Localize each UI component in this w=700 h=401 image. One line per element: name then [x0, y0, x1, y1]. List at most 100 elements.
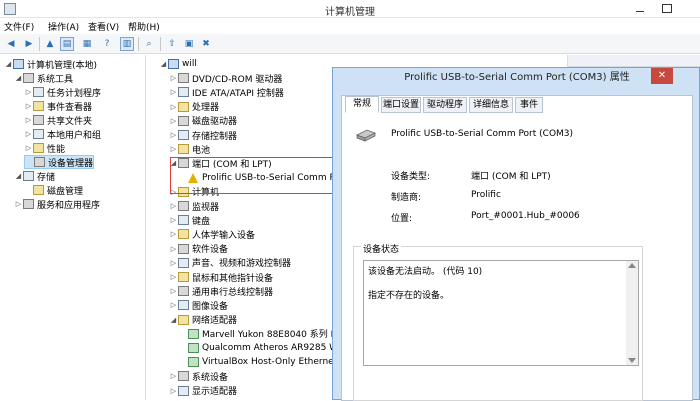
device-item[interactable]: ▷ 声音、视频和游戏控制器 [169, 256, 291, 270]
expand-icon[interactable]: ▷ [169, 216, 178, 224]
expand-icon[interactable]: ▷ [24, 116, 33, 124]
expand-icon[interactable]: ▷ [169, 273, 178, 281]
console-tree-icon[interactable]: ▥ [120, 37, 134, 51]
expand-icon[interactable]: ▷ [169, 287, 178, 295]
expand-icon[interactable]: ▷ [169, 230, 178, 238]
tab-driver[interactable]: 驱动程序 [423, 97, 467, 113]
device-item[interactable]: ▷ 显示适配器 [169, 384, 237, 398]
toolbar: ◀ ▶ ▲ ▤ ▦ ? ▥ ⌕ ⇧ ▣ ✖ [0, 34, 700, 54]
tab-details[interactable]: 详细信息 [469, 97, 513, 113]
help-icon[interactable]: ? [100, 37, 114, 51]
disable-device-icon[interactable]: ▣ [182, 37, 196, 51]
device-category-icon [178, 385, 189, 396]
device-item-label: DVD/CD-ROM 驱动器 [192, 74, 283, 85]
update-driver-icon[interactable]: ⇧ [165, 37, 179, 51]
expand-icon[interactable]: ▷ [169, 387, 178, 395]
expand-icon[interactable]: ▷ [14, 200, 23, 208]
expand-icon[interactable]: ▷ [169, 259, 178, 267]
expand-icon[interactable]: ▷ [24, 130, 33, 138]
device-category-icon [178, 314, 189, 325]
console-tree-item[interactable]: ▷ 任务计划程序 [24, 85, 101, 99]
console-tree-item[interactable]: 磁盘管理 [24, 183, 83, 197]
tab-port-settings[interactable]: 端口设置 [381, 97, 421, 113]
device-item[interactable]: ▷ 磁盘驱动器 [169, 114, 237, 128]
expand-icon[interactable]: ▷ [169, 202, 178, 210]
dialog-close-button[interactable]: ✕ [651, 68, 673, 84]
scroll-down-icon[interactable] [628, 358, 636, 363]
device-item[interactable]: ▷ 监视器 [169, 199, 219, 213]
console-tree-item[interactable]: ◢ 计算机管理(本地) [4, 57, 97, 71]
tab-events[interactable]: 事件 [515, 97, 543, 113]
scroll-up-icon[interactable] [628, 263, 636, 268]
device-item[interactable]: ▷ 键盘 [169, 213, 210, 227]
collapse-icon[interactable]: ◢ [159, 60, 168, 68]
console-tree-item[interactable]: ▷ 服务和应用程序 [14, 197, 100, 211]
device-item[interactable]: ▷ 软件设备 [169, 242, 228, 256]
collapse-icon[interactable]: ◢ [169, 316, 178, 324]
expand-icon[interactable]: ▷ [24, 88, 33, 96]
forward-arrow-icon[interactable]: ▶ [22, 37, 36, 51]
collapse-icon[interactable]: ◢ [4, 60, 13, 68]
expand-icon[interactable]: ▷ [169, 131, 178, 139]
device-item[interactable]: ▷ 电池 [169, 142, 210, 156]
prop-label-manufacturer: 制造商: [391, 193, 422, 203]
menu-help[interactable]: 帮助(H) [128, 20, 160, 33]
device-category-icon [178, 229, 189, 240]
menu-file[interactable]: 文件(F) [4, 20, 34, 33]
device-item-label: 电池 [192, 145, 211, 156]
device-category-icon [178, 87, 189, 98]
device-item[interactable]: ▷ 图像设备 [169, 298, 228, 312]
device-item[interactable]: ▷ 存储控制器 [169, 128, 237, 142]
console-tree-item[interactable]: ▷ 共享文件夹 [24, 113, 92, 127]
device-item[interactable]: ▷ 通用串行总线控制器 [169, 284, 273, 298]
expand-icon[interactable]: ▷ [169, 117, 178, 125]
console-tree-item[interactable]: ◢ 存储 [14, 169, 55, 183]
console-tree-item-label: 计算机管理(本地) [27, 60, 98, 71]
up-folder-icon[interactable]: ▲ [43, 37, 57, 51]
status-scrollbar[interactable] [626, 261, 638, 365]
device-item-label: 处理器 [192, 103, 220, 114]
menu-bar: 文件(F) 操作(A) 查看(V) 帮助(H) [0, 18, 700, 34]
scan-hardware-icon[interactable]: ⌕ [142, 37, 156, 51]
device-item[interactable]: ▷ 系统设备 [169, 369, 228, 383]
console-tree-item[interactable]: ▷ 性能 [24, 141, 65, 155]
uninstall-device-icon[interactable]: ✖ [199, 37, 213, 51]
expand-icon[interactable]: ▷ [24, 144, 33, 152]
tab-general[interactable]: 常规 [345, 96, 379, 113]
properties-icon[interactable]: ▦ [80, 37, 94, 51]
maximize-button[interactable] [662, 4, 672, 13]
device-category-icon [168, 59, 179, 69]
device-category-icon [178, 215, 189, 226]
expand-icon[interactable]: ▷ [169, 145, 178, 153]
expand-icon[interactable]: ▷ [169, 88, 178, 96]
console-tree-item-label: 共享文件夹 [47, 116, 93, 127]
toolbar-separator [138, 37, 139, 51]
expand-icon[interactable]: ▷ [169, 372, 178, 380]
console-tree-item[interactable]: ▷ 事件查看器 [24, 99, 92, 113]
collapse-icon[interactable]: ◢ [14, 74, 23, 82]
expand-icon[interactable]: ▷ [169, 103, 178, 111]
menu-action[interactable]: 操作(A) [48, 20, 79, 33]
device-item[interactable]: ▷ 处理器 [169, 100, 219, 114]
console-tree-item[interactable]: ◢ 系统工具 [14, 71, 73, 85]
collapse-icon[interactable]: ◢ [14, 172, 23, 180]
device-item-label: 存储控制器 [192, 131, 238, 142]
minimize-button[interactable] [634, 4, 646, 14]
expand-icon[interactable]: ▷ [169, 245, 178, 253]
device-status-text[interactable]: 该设备无法启动。 (代码 10) 指定不存在的设备。 [363, 260, 639, 366]
menu-view[interactable]: 查看(V) [88, 20, 119, 33]
window-title: 计算机管理 [325, 7, 375, 18]
device-item[interactable]: ▷ DVD/CD-ROM 驱动器 [169, 71, 282, 85]
show-tree-icon[interactable]: ▤ [60, 37, 74, 51]
console-tree-item[interactable]: ▷ 本地用户和组 [24, 127, 101, 141]
device-item[interactable]: ▷ IDE ATA/ATAPI 控制器 [169, 85, 284, 99]
back-arrow-icon[interactable]: ◀ [4, 37, 18, 51]
device-item[interactable]: ◢ 网络适配器 [169, 313, 237, 327]
expand-icon[interactable]: ▷ [169, 301, 178, 309]
console-tree-item[interactable]: 设备管理器 [24, 155, 95, 169]
expand-icon[interactable]: ▷ [24, 102, 33, 110]
device-item[interactable]: ◢ will [159, 57, 197, 71]
device-item[interactable]: ▷ 人体学输入设备 [169, 227, 255, 241]
device-item[interactable]: ▷ 鼠标和其他指针设备 [169, 270, 273, 284]
expand-icon[interactable]: ▷ [169, 74, 178, 82]
